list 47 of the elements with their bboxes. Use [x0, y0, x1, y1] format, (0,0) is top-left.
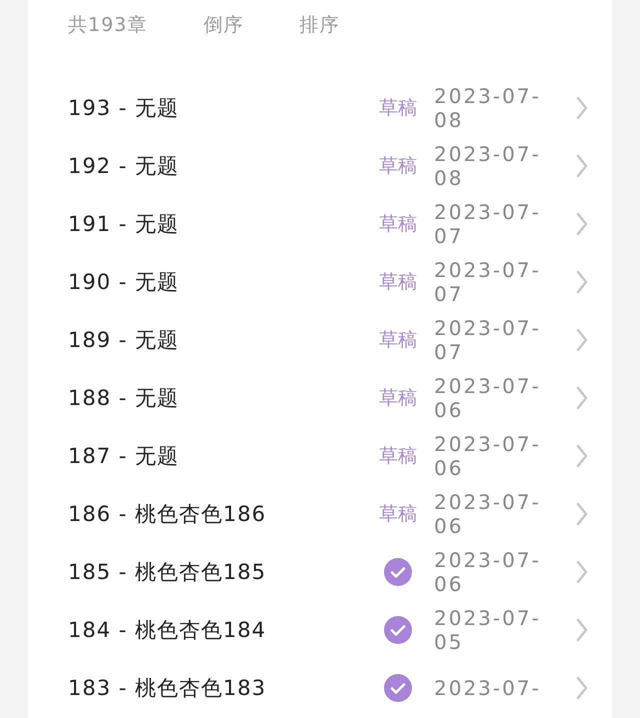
chapter-date: 2023-07-06: [434, 432, 542, 480]
chapter-title: 190 - 无题: [67, 269, 180, 296]
chapter-title: 183 - 桃色杏色183: [67, 675, 268, 702]
chapter-title: 188 - 无题: [67, 385, 180, 412]
chapter-date: 2023-07-06: [434, 490, 542, 538]
chapter-date: 2023-07-06: [434, 548, 542, 596]
chevron-right-icon[interactable]: [576, 502, 588, 526]
chapter-date: 2023-07-08: [434, 142, 542, 190]
chevron-right-icon[interactable]: [576, 386, 588, 410]
sort-button[interactable]: 排序: [299, 12, 340, 38]
chevron-right-icon[interactable]: [576, 618, 588, 642]
chevron-right-icon[interactable]: [576, 328, 588, 352]
chapter-title: 192 - 无题: [67, 153, 180, 180]
chapter-date: 2023-07-07: [434, 200, 542, 248]
chapter-title: 193 - 无题: [67, 95, 180, 122]
chapter-title: 189 - 无题: [67, 327, 180, 354]
chevron-right-icon[interactable]: [576, 270, 588, 294]
chapter-count: 共193章: [68, 13, 148, 38]
chapter-date: 2023-07-05: [434, 606, 542, 654]
draft-label: 草稿: [379, 96, 417, 121]
check-circle-icon: [384, 616, 412, 644]
chevron-right-icon[interactable]: [576, 154, 588, 178]
chapter-date: 2023-07-08: [434, 84, 542, 132]
draft-label: 草稿: [379, 270, 417, 295]
chapter-title: 191 - 无题: [67, 211, 180, 238]
chapter-date: 2023-07-07: [434, 258, 542, 306]
chapter-date: 2023-07-06: [434, 374, 542, 422]
chevron-right-icon[interactable]: [576, 560, 588, 584]
draft-label: 草稿: [379, 154, 417, 179]
reverse-order-button[interactable]: 倒序: [203, 12, 244, 38]
draft-label: 草稿: [379, 328, 417, 353]
draft-label: 草稿: [379, 386, 417, 411]
chapter-title: 184 - 桃色杏色184: [67, 617, 268, 644]
chapter-date: 2023-07-: [434, 676, 542, 700]
chapter-title: 185 - 桃色杏色185: [67, 559, 268, 586]
chevron-right-icon[interactable]: [576, 676, 588, 700]
chapter-date: 2023-07-07: [434, 316, 542, 364]
chevron-right-icon[interactable]: [576, 444, 588, 468]
draft-label: 草稿: [379, 212, 417, 237]
chapter-title: 187 - 无题: [67, 443, 180, 470]
chevron-right-icon[interactable]: [576, 212, 588, 236]
check-circle-icon: [384, 674, 412, 702]
check-circle-icon: [384, 558, 412, 586]
chevron-right-icon[interactable]: [576, 96, 588, 120]
draft-label: 草稿: [379, 502, 417, 527]
draft-label: 草稿: [379, 444, 417, 469]
chapter-title: 186 - 桃色杏色186: [67, 501, 268, 528]
